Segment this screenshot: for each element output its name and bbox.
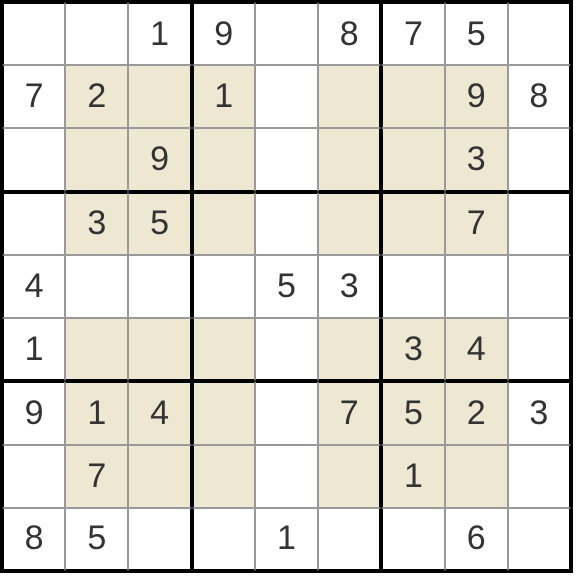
sudoku-cell[interactable] bbox=[192, 318, 255, 381]
sudoku-cell[interactable]: 9 bbox=[128, 128, 191, 191]
sudoku-cell[interactable] bbox=[381, 128, 444, 191]
sudoku-cell[interactable] bbox=[318, 65, 381, 128]
sudoku-cell[interactable] bbox=[508, 255, 571, 318]
sudoku-cell[interactable]: 9 bbox=[192, 2, 255, 65]
sudoku-cell[interactable] bbox=[508, 128, 571, 191]
sudoku-cell[interactable] bbox=[445, 445, 508, 508]
sudoku-cell[interactable]: 7 bbox=[65, 445, 128, 508]
sudoku-cell[interactable]: 9 bbox=[2, 381, 65, 444]
sudoku-cell[interactable] bbox=[318, 192, 381, 255]
sudoku-cell[interactable]: 6 bbox=[445, 508, 508, 571]
sudoku-cell[interactable] bbox=[255, 192, 318, 255]
sudoku-cell[interactable] bbox=[128, 255, 191, 318]
sudoku-cell[interactable]: 2 bbox=[65, 65, 128, 128]
sudoku-cell[interactable]: 3 bbox=[381, 318, 444, 381]
sudoku-cell[interactable] bbox=[128, 318, 191, 381]
sudoku-cell[interactable] bbox=[318, 445, 381, 508]
sudoku-board: 1987572198933574531349147523718516 bbox=[0, 0, 573, 573]
sudoku-cell[interactable] bbox=[255, 65, 318, 128]
sudoku-cell[interactable]: 1 bbox=[381, 445, 444, 508]
sudoku-cell[interactable]: 1 bbox=[128, 2, 191, 65]
sudoku-cell[interactable] bbox=[318, 318, 381, 381]
sudoku-cell[interactable] bbox=[65, 255, 128, 318]
sudoku-cell[interactable]: 8 bbox=[2, 508, 65, 571]
sudoku-cell[interactable]: 3 bbox=[508, 381, 571, 444]
sudoku-cell[interactable] bbox=[2, 128, 65, 191]
sudoku-cell[interactable] bbox=[65, 128, 128, 191]
sudoku-cell[interactable]: 7 bbox=[445, 192, 508, 255]
sudoku-cell[interactable] bbox=[192, 381, 255, 444]
sudoku-cell[interactable] bbox=[65, 2, 128, 65]
sudoku-cell[interactable]: 1 bbox=[2, 318, 65, 381]
sudoku-cell[interactable]: 1 bbox=[192, 65, 255, 128]
sudoku-cell[interactable] bbox=[318, 128, 381, 191]
sudoku-cell[interactable] bbox=[192, 445, 255, 508]
sudoku-cell[interactable] bbox=[192, 255, 255, 318]
sudoku-cell[interactable]: 3 bbox=[65, 192, 128, 255]
sudoku-cell[interactable] bbox=[381, 192, 444, 255]
sudoku-cell[interactable]: 5 bbox=[381, 381, 444, 444]
sudoku-cell[interactable]: 3 bbox=[318, 255, 381, 318]
sudoku-cell[interactable]: 1 bbox=[65, 381, 128, 444]
sudoku-cell[interactable]: 4 bbox=[445, 318, 508, 381]
sudoku-cell[interactable]: 7 bbox=[381, 2, 444, 65]
sudoku-cell[interactable] bbox=[65, 318, 128, 381]
sudoku-cell[interactable]: 7 bbox=[318, 381, 381, 444]
sudoku-cell[interactable] bbox=[508, 192, 571, 255]
sudoku-cell[interactable] bbox=[508, 508, 571, 571]
sudoku-cell[interactable] bbox=[318, 508, 381, 571]
sudoku-cell[interactable] bbox=[381, 255, 444, 318]
sudoku-cell[interactable] bbox=[192, 128, 255, 191]
sudoku-cell[interactable] bbox=[255, 381, 318, 444]
sudoku-cell[interactable]: 5 bbox=[255, 255, 318, 318]
sudoku-cell[interactable] bbox=[192, 508, 255, 571]
sudoku-cell[interactable] bbox=[2, 192, 65, 255]
sudoku-cell[interactable] bbox=[508, 318, 571, 381]
sudoku-cell[interactable]: 1 bbox=[255, 508, 318, 571]
sudoku-cell[interactable] bbox=[508, 445, 571, 508]
sudoku-cell[interactable] bbox=[128, 65, 191, 128]
sudoku-cell[interactable] bbox=[255, 318, 318, 381]
sudoku-cell[interactable]: 5 bbox=[65, 508, 128, 571]
sudoku-cell[interactable] bbox=[445, 255, 508, 318]
sudoku-cell[interactable] bbox=[2, 445, 65, 508]
sudoku-cell[interactable] bbox=[192, 192, 255, 255]
sudoku-cell[interactable]: 3 bbox=[445, 128, 508, 191]
sudoku-cell[interactable] bbox=[255, 128, 318, 191]
sudoku-cell[interactable] bbox=[508, 2, 571, 65]
sudoku-cell[interactable]: 9 bbox=[445, 65, 508, 128]
sudoku-cell[interactable]: 8 bbox=[318, 2, 381, 65]
sudoku-cell[interactable] bbox=[128, 508, 191, 571]
sudoku-cell[interactable]: 4 bbox=[2, 255, 65, 318]
sudoku-cell[interactable] bbox=[381, 65, 444, 128]
sudoku-cell[interactable]: 8 bbox=[508, 65, 571, 128]
sudoku-cell[interactable]: 5 bbox=[445, 2, 508, 65]
sudoku-cell[interactable] bbox=[2, 2, 65, 65]
sudoku-cell[interactable]: 4 bbox=[128, 381, 191, 444]
sudoku-cell[interactable] bbox=[255, 2, 318, 65]
sudoku-cell[interactable]: 7 bbox=[2, 65, 65, 128]
sudoku-cell[interactable] bbox=[381, 508, 444, 571]
sudoku-cell[interactable] bbox=[255, 445, 318, 508]
sudoku-cell[interactable]: 2 bbox=[445, 381, 508, 444]
sudoku-cell[interactable]: 5 bbox=[128, 192, 191, 255]
sudoku-cell[interactable] bbox=[128, 445, 191, 508]
